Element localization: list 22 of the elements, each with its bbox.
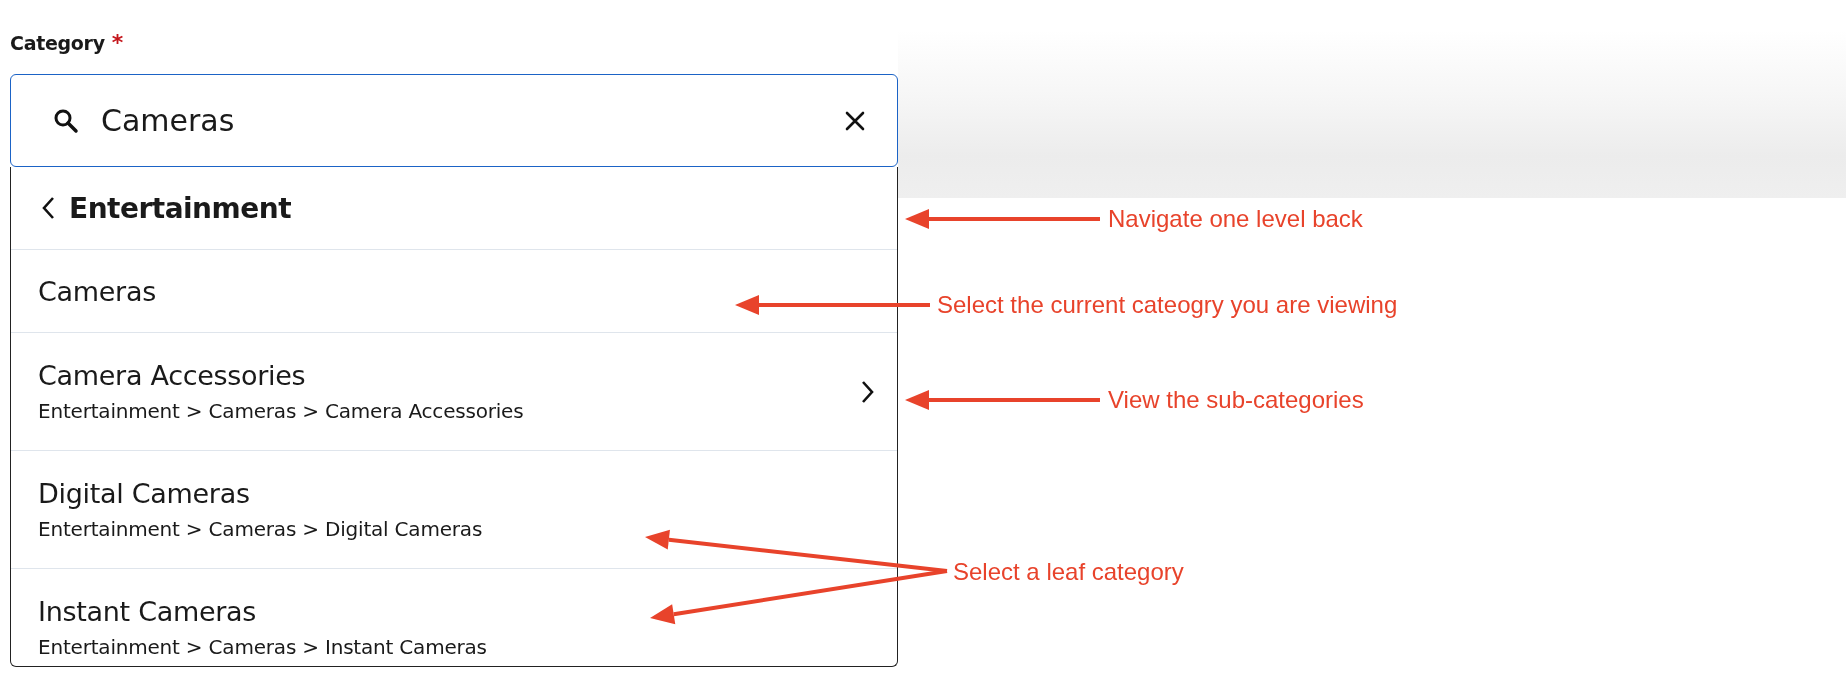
category-title: Instant Cameras xyxy=(38,596,258,627)
annotation-text: View the sub-categories xyxy=(1108,385,1364,415)
search-icon xyxy=(53,107,79,134)
category-item[interactable]: Camera Accessories Entertainment > Cameras > Camera Accessories xyxy=(11,333,897,451)
category-title: Cameras xyxy=(38,275,157,307)
annotation-text: Select the current cateogry you are viewing xyxy=(937,290,1398,320)
required-mark: * xyxy=(111,30,124,55)
annotation-text: Select a leaf category xyxy=(953,557,1184,587)
search-value: Cameras xyxy=(101,103,236,138)
annotation-text: Navigate one level back xyxy=(1108,204,1363,234)
back-label: Entertainment xyxy=(69,191,292,225)
category-title: Camera Accessories xyxy=(38,360,307,391)
category-path: Entertainment > Cameras > Digital Cameras xyxy=(38,517,484,541)
back-item[interactable]: Entertainment xyxy=(11,167,897,250)
search-field[interactable]: Cameras xyxy=(10,74,898,167)
field-label: Category xyxy=(10,32,105,54)
chevron-right-icon xyxy=(861,379,875,404)
close-icon xyxy=(845,110,865,131)
category-path: Entertainment > Cameras > Instant Cameras xyxy=(38,635,488,659)
category-title: Digital Cameras xyxy=(38,478,251,509)
chevron-left-icon xyxy=(41,196,55,220)
category-path: Entertainment > Cameras > Camera Accessories xyxy=(38,399,525,423)
